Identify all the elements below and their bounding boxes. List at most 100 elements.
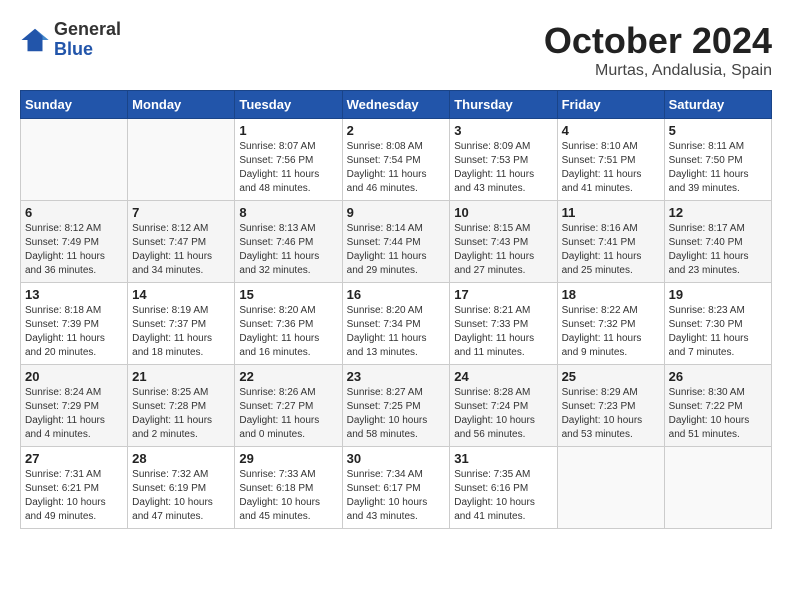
day-info: Sunrise: 8:08 AM Sunset: 7:54 PM Dayligh… — [347, 140, 446, 196]
day-info: Sunrise: 8:22 AM Sunset: 7:32 PM Dayligh… — [562, 304, 660, 360]
calendar-cell: 6Sunrise: 8:12 AM Sunset: 7:49 PM Daylig… — [21, 201, 128, 283]
day-info: Sunrise: 7:34 AM Sunset: 6:17 PM Dayligh… — [347, 468, 446, 524]
day-header-monday: Monday — [128, 91, 235, 119]
calendar-cell: 8 Sunrise: 8:13 AM Sunset: 7:46 PM Daylig… — [235, 201, 342, 283]
day-info: Sunrise: 7:35 AM Sunset: 6:16 PM Dayligh… — [454, 468, 552, 524]
day-number: 12 — [669, 205, 767, 220]
calendar-cell: 25 Sunrise: 8:29 AM Sunset: 7:23 PM Dayli… — [557, 365, 664, 447]
calendar-cell: 21 Sunrise: 8:25 AM Sunset: 7:28 PM Dayli… — [128, 365, 235, 447]
day-info: Sunrise: 8:09 AM Sunset: 7:53 PM Dayligh… — [454, 140, 552, 196]
day-info: Sunrise: 7:33 AM Sunset: 6:18 PM Dayligh… — [239, 468, 337, 524]
calendar-cell: 4 Sunrise: 8:10 AM Sunset: 7:51 PM Daylig… — [557, 119, 664, 201]
calendar-week-row: 27 Sunrise: 7:31 AM Sunset: 6:21 PM Dayli… — [21, 447, 772, 529]
logo-text: General Blue — [54, 20, 121, 60]
calendar-cell: 10 Sunrise: 8:15 AM Sunset: 7:43 PM Dayli… — [450, 201, 557, 283]
day-info: Sunrise: 8:19 AM Sunset: 7:37 PM Dayligh… — [132, 304, 230, 360]
day-header-sunday: Sunday — [21, 91, 128, 119]
day-info: Sunrise: 8:18 AM Sunset: 7:39 PM Dayligh… — [25, 304, 123, 360]
calendar-week-row: 6Sunrise: 8:12 AM Sunset: 7:49 PM Daylig… — [21, 201, 772, 283]
day-info: Sunrise: 8:17 AM Sunset: 7:40 PM Dayligh… — [669, 222, 767, 278]
day-header-tuesday: Tuesday — [235, 91, 342, 119]
day-number: 15 — [239, 287, 337, 302]
calendar-week-row: 13 Sunrise: 8:18 AM Sunset: 7:39 PM Dayli… — [21, 283, 772, 365]
day-info: Sunrise: 8:20 AM Sunset: 7:36 PM Dayligh… — [239, 304, 337, 360]
day-number: 11 — [562, 205, 660, 220]
day-number: 3 — [454, 123, 552, 138]
day-number: 25 — [562, 369, 660, 384]
day-number: 7 — [132, 205, 230, 220]
title-area: October 2024 Murtas, Andalusia, Spain — [544, 20, 772, 80]
calendar-cell: 19Sunrise: 8:23 AM Sunset: 7:30 PM Dayli… — [664, 283, 771, 365]
calendar-cell: 20 Sunrise: 8:24 AM Sunset: 7:29 PM Dayli… — [21, 365, 128, 447]
day-info: Sunrise: 8:10 AM Sunset: 7:51 PM Dayligh… — [562, 140, 660, 196]
calendar-cell: 17 Sunrise: 8:21 AM Sunset: 7:33 PM Dayli… — [450, 283, 557, 365]
day-info: Sunrise: 8:13 AM Sunset: 7:46 PM Dayligh… — [239, 222, 337, 278]
calendar-week-row: 20 Sunrise: 8:24 AM Sunset: 7:29 PM Dayli… — [21, 365, 772, 447]
day-number: 31 — [454, 451, 552, 466]
day-info: Sunrise: 8:21 AM Sunset: 7:33 PM Dayligh… — [454, 304, 552, 360]
location-title: Murtas, Andalusia, Spain — [544, 62, 772, 80]
calendar-cell: 12 Sunrise: 8:17 AM Sunset: 7:40 PM Dayli… — [664, 201, 771, 283]
calendar-cell: 31 Sunrise: 7:35 AM Sunset: 6:16 PM Dayli… — [450, 447, 557, 529]
day-info: Sunrise: 8:11 AM Sunset: 7:50 PM Dayligh… — [669, 140, 767, 196]
day-info: Sunrise: 8:14 AM Sunset: 7:44 PM Dayligh… — [347, 222, 446, 278]
day-number: 23 — [347, 369, 446, 384]
calendar-cell — [664, 447, 771, 529]
day-number: 9 — [347, 205, 446, 220]
day-info: Sunrise: 8:16 AM Sunset: 7:41 PM Dayligh… — [562, 222, 660, 278]
day-info: Sunrise: 7:32 AM Sunset: 6:19 PM Dayligh… — [132, 468, 230, 524]
calendar-header-row: SundayMondayTuesdayWednesdayThursdayFrid… — [21, 91, 772, 119]
day-header-thursday: Thursday — [450, 91, 557, 119]
calendar-cell — [557, 447, 664, 529]
calendar-cell: 29 Sunrise: 7:33 AM Sunset: 6:18 PM Dayli… — [235, 447, 342, 529]
logo: General Blue — [20, 20, 121, 60]
day-info: Sunrise: 8:29 AM Sunset: 7:23 PM Dayligh… — [562, 386, 660, 442]
day-info: Sunrise: 8:24 AM Sunset: 7:29 PM Dayligh… — [25, 386, 123, 442]
day-number: 8 — [239, 205, 337, 220]
logo-blue-text: Blue — [54, 39, 93, 59]
calendar-cell: 16 Sunrise: 8:20 AM Sunset: 7:34 PM Dayli… — [342, 283, 450, 365]
calendar-cell: 15 Sunrise: 8:20 AM Sunset: 7:36 PM Dayli… — [235, 283, 342, 365]
day-number: 26 — [669, 369, 767, 384]
logo-general-text: General — [54, 19, 121, 39]
calendar-cell: 2Sunrise: 8:08 AM Sunset: 7:54 PM Daylig… — [342, 119, 450, 201]
day-info: Sunrise: 8:15 AM Sunset: 7:43 PM Dayligh… — [454, 222, 552, 278]
day-number: 14 — [132, 287, 230, 302]
day-number: 4 — [562, 123, 660, 138]
day-number: 6 — [25, 205, 123, 220]
day-number: 1 — [239, 123, 337, 138]
day-number: 28 — [132, 451, 230, 466]
calendar-cell: 18 Sunrise: 8:22 AM Sunset: 7:32 PM Dayli… — [557, 283, 664, 365]
day-number: 27 — [25, 451, 123, 466]
day-number: 30 — [347, 451, 446, 466]
calendar-cell: 27 Sunrise: 7:31 AM Sunset: 6:21 PM Dayli… — [21, 447, 128, 529]
day-number: 24 — [454, 369, 552, 384]
day-number: 21 — [132, 369, 230, 384]
calendar-week-row: 1Sunrise: 8:07 AM Sunset: 7:56 PM Daylig… — [21, 119, 772, 201]
day-info: Sunrise: 8:27 AM Sunset: 7:25 PM Dayligh… — [347, 386, 446, 442]
day-number: 18 — [562, 287, 660, 302]
day-info: Sunrise: 8:26 AM Sunset: 7:27 PM Dayligh… — [239, 386, 337, 442]
day-info: Sunrise: 7:31 AM Sunset: 6:21 PM Dayligh… — [25, 468, 123, 524]
day-info: Sunrise: 8:20 AM Sunset: 7:34 PM Dayligh… — [347, 304, 446, 360]
day-number: 29 — [239, 451, 337, 466]
day-number: 16 — [347, 287, 446, 302]
day-header-saturday: Saturday — [664, 91, 771, 119]
day-info: Sunrise: 8:25 AM Sunset: 7:28 PM Dayligh… — [132, 386, 230, 442]
calendar-cell: 14 Sunrise: 8:19 AM Sunset: 7:37 PM Dayli… — [128, 283, 235, 365]
calendar-cell: 13 Sunrise: 8:18 AM Sunset: 7:39 PM Dayli… — [21, 283, 128, 365]
calendar-cell: 1Sunrise: 8:07 AM Sunset: 7:56 PM Daylig… — [235, 119, 342, 201]
day-number: 10 — [454, 205, 552, 220]
day-header-friday: Friday — [557, 91, 664, 119]
calendar-cell: 3 Sunrise: 8:09 AM Sunset: 7:53 PM Daylig… — [450, 119, 557, 201]
calendar-cell: 23 Sunrise: 8:27 AM Sunset: 7:25 PM Dayli… — [342, 365, 450, 447]
calendar-cell — [128, 119, 235, 201]
calendar-cell: 9 Sunrise: 8:14 AM Sunset: 7:44 PM Daylig… — [342, 201, 450, 283]
day-number: 20 — [25, 369, 123, 384]
month-title: October 2024 — [544, 20, 772, 62]
day-number: 19 — [669, 287, 767, 302]
calendar-cell: 7Sunrise: 8:12 AM Sunset: 7:47 PM Daylig… — [128, 201, 235, 283]
calendar-cell: 26Sunrise: 8:30 AM Sunset: 7:22 PM Dayli… — [664, 365, 771, 447]
day-number: 17 — [454, 287, 552, 302]
day-number: 13 — [25, 287, 123, 302]
